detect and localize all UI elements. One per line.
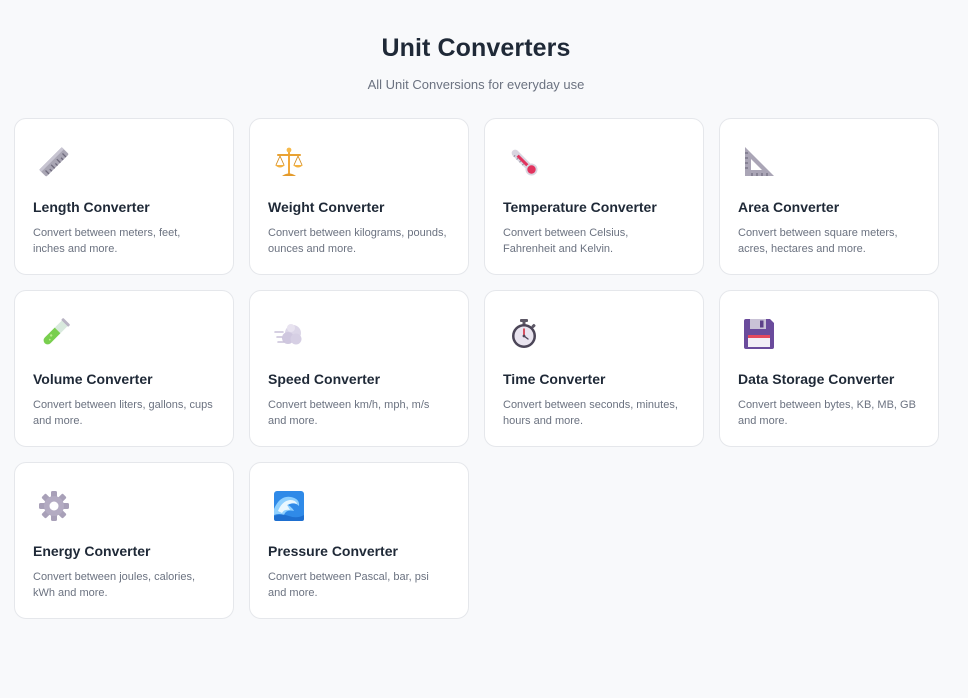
card-description: Convert between km/h, mph, m/s and more. (268, 399, 430, 427)
weight-converter-card[interactable]: Weight Converter Convert between kilogra… (249, 118, 469, 275)
card-title: Temperature Converter (503, 199, 657, 215)
test-tube-icon (37, 317, 71, 351)
pressure-converter-card[interactable]: Pressure Converter Convert between Pasca… (249, 462, 469, 619)
card-description: Convert between Pascal, bar, psi and mor… (268, 571, 429, 599)
card-title: Speed Converter (268, 371, 381, 387)
card-title: Energy Converter (33, 543, 151, 559)
converter-grid: Length Converter Convert between meters,… (14, 118, 939, 619)
balance-scale-icon (272, 145, 306, 179)
card-title: Area Converter (738, 199, 840, 215)
card-description: Convert between kilograms, pounds, ounce… (268, 227, 447, 255)
card-description: Convert between bytes, KB, MB, GB and mo… (738, 399, 916, 427)
stopwatch-icon (507, 317, 541, 351)
card-description: Convert between square meters, acres, he… (738, 227, 898, 255)
card-title: Data Storage Converter (738, 371, 895, 387)
data-storage-converter-card[interactable]: Data Storage Converter Convert between b… (719, 290, 939, 447)
length-converter-card[interactable]: Length Converter Convert between meters,… (14, 118, 234, 275)
card-description: Convert between meters, feet, inches and… (33, 227, 181, 255)
card-description: Convert between seconds, minutes, hours … (503, 399, 678, 427)
card-title: Length Converter (33, 199, 150, 215)
card-title: Pressure Converter (268, 543, 398, 559)
card-description: Convert between liters, gallons, cups an… (33, 399, 213, 427)
card-title: Volume Converter (33, 371, 153, 387)
page-subtitle: All Unit Conversions for everyday use (367, 77, 585, 92)
page-title: Unit Converters (381, 34, 571, 62)
volume-converter-card[interactable]: Volume Converter Convert between liters,… (14, 290, 234, 447)
card-description: Convert between joules, calories, kWh an… (33, 571, 196, 599)
area-converter-card[interactable]: Area Converter Convert between square me… (719, 118, 939, 275)
card-description: Convert between Celsius, Fahrenheit and … (503, 227, 629, 255)
ruler-icon (37, 145, 71, 179)
dash-cloud-icon (272, 317, 306, 351)
energy-converter-card[interactable]: Energy Converter Convert between joules,… (14, 462, 234, 619)
speed-converter-card[interactable]: Speed Converter Convert between km/h, mp… (249, 290, 469, 447)
water-wave-icon (272, 489, 306, 523)
thermometer-icon (507, 145, 541, 179)
time-converter-card[interactable]: Time Converter Convert between seconds, … (484, 290, 704, 447)
floppy-disk-icon (742, 317, 776, 351)
card-title: Weight Converter (268, 199, 385, 215)
gear-icon (37, 489, 71, 523)
triangle-ruler-icon (742, 145, 776, 179)
temperature-converter-card[interactable]: Temperature Converter Convert between Ce… (484, 118, 704, 275)
card-title: Time Converter (503, 371, 606, 387)
